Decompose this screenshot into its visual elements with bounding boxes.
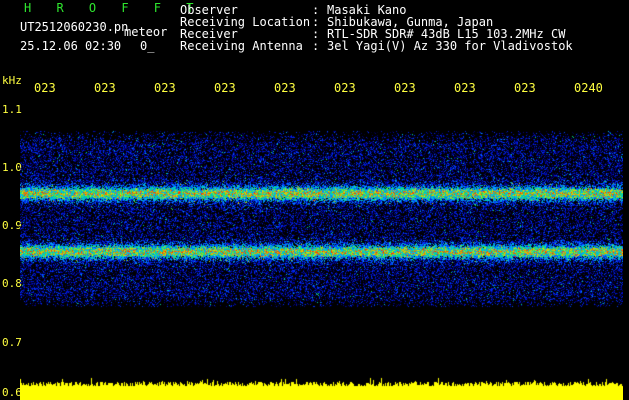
meta-label-antenna: Receiving Antenna — [180, 39, 303, 53]
meta-separator: : — [312, 39, 320, 53]
count-value: 0_ — [140, 39, 155, 53]
y-tick-label: 1.1 — [2, 102, 22, 116]
y-axis-unit-label: kHz — [2, 74, 22, 87]
mode-label: meteor — [124, 25, 168, 39]
brand-title: H R O F F T — [24, 1, 203, 15]
file-name: UT2512060230.pn — [20, 20, 129, 34]
x-tick-label: 023 — [334, 81, 356, 95]
y-tick-label: 0.9 — [2, 219, 22, 233]
y-tick-label: 0.8 — [2, 277, 22, 291]
spectrogram-plot — [20, 97, 623, 400]
x-tick-label: 023 — [274, 81, 296, 95]
x-tick-label: 023 — [94, 81, 116, 95]
y-tick-label: 0.7 — [2, 335, 22, 349]
date-time: 25.12.06 02:30 — [20, 39, 122, 53]
x-tick-label: 023 — [394, 81, 416, 95]
x-tick-label: 023 — [214, 81, 236, 95]
y-tick-label: 0.6 — [2, 386, 22, 399]
x-tick-label: 0240 — [574, 81, 603, 95]
meta-value-antenna: 3el Yagi(V) Az 330 for Vladivostok — [327, 39, 573, 53]
x-tick-label: 023 — [514, 81, 536, 95]
y-tick-label: 1.0 — [2, 160, 22, 174]
x-tick-label: 023 — [34, 81, 56, 95]
x-tick-label: 023 — [154, 81, 176, 95]
x-tick-label: 023 — [454, 81, 476, 95]
